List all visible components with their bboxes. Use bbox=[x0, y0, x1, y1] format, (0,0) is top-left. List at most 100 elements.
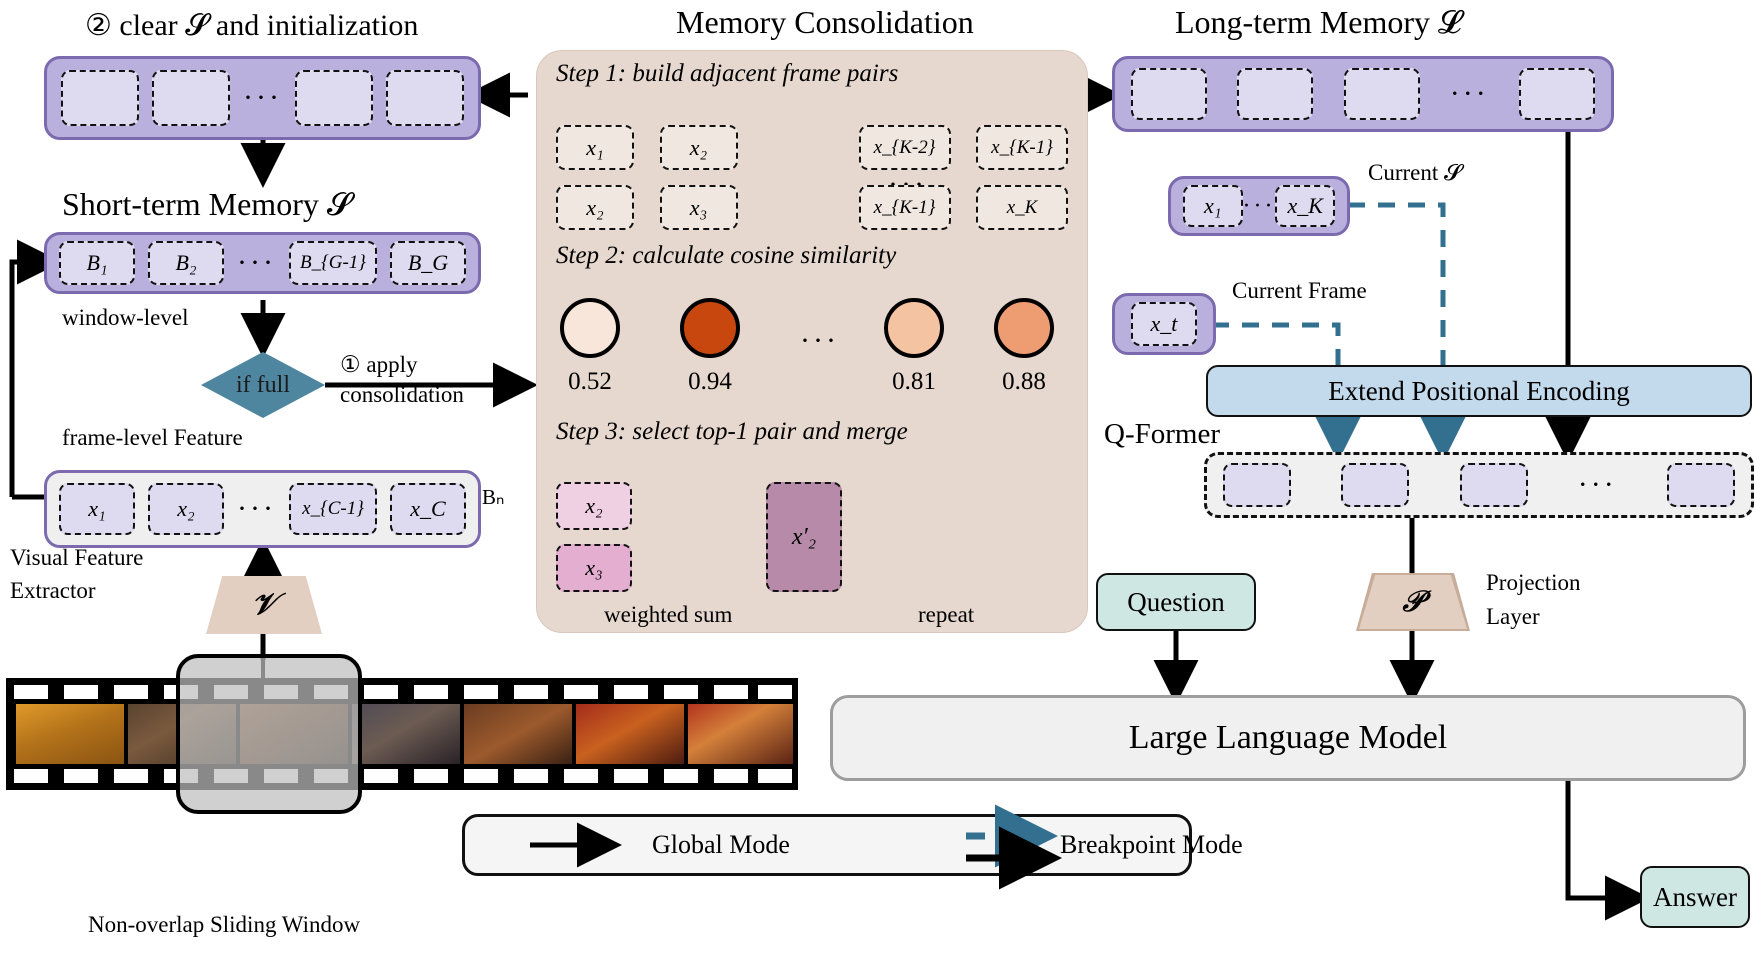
projection-label-line1: Projection bbox=[1486, 570, 1581, 595]
init-cell bbox=[152, 70, 230, 126]
step1-label: Step 1: build adjacent frame pairs bbox=[556, 60, 899, 87]
apply-label-line1: ① apply bbox=[340, 352, 418, 377]
sliding-window-label: Non-overlap Sliding Window bbox=[88, 912, 361, 937]
projection-trapezoid: 𝒫 bbox=[1359, 575, 1467, 629]
pair-cell: x_{K-2} bbox=[858, 125, 951, 170]
init-cell bbox=[385, 70, 464, 126]
long-term-memory-title: Long-term Memory 𝓛 bbox=[1175, 4, 1462, 40]
extractor-symbol: 𝒱 bbox=[251, 588, 277, 621]
current-s-cell: x_K bbox=[1275, 185, 1335, 227]
llm-label: Large Language Model bbox=[1128, 719, 1448, 756]
video-frame-thumb bbox=[352, 704, 460, 764]
short-term-memory-title: Short-term Memory 𝓢 bbox=[62, 186, 352, 222]
short-term-cell: B₂ bbox=[148, 241, 224, 285]
merge-input-a: x₂ bbox=[556, 482, 632, 530]
pair-cell: x_{K-1} bbox=[858, 185, 951, 230]
ellipsis: ··· bbox=[243, 81, 282, 114]
similarity-value-2: 0.81 bbox=[892, 368, 936, 395]
extend-pe-label: Extend Positional Encoding bbox=[1328, 375, 1630, 406]
video-frame-thumb bbox=[688, 704, 793, 764]
long-term-cell bbox=[1131, 68, 1207, 120]
sliding-window-highlight bbox=[176, 654, 362, 814]
projection-symbol: 𝒫 bbox=[1402, 585, 1424, 618]
window-level-label: window-level bbox=[62, 305, 189, 330]
current-s-label: Current 𝓢 bbox=[1368, 160, 1462, 185]
ellipsis: ··· bbox=[1449, 77, 1489, 110]
qformer-cell bbox=[1341, 463, 1410, 507]
frame-level-feature-label: frame-level Feature bbox=[62, 425, 243, 450]
qformer-label: Q-Former bbox=[1104, 418, 1220, 450]
step2-ellipsis: ··· bbox=[800, 324, 839, 357]
long-term-cell bbox=[1237, 68, 1314, 120]
ellipsis: ··· bbox=[1242, 192, 1276, 219]
pair-cell: x₁ bbox=[556, 125, 634, 170]
current-frame-cell: x_t bbox=[1131, 302, 1197, 346]
frame-level-bar: x₁ x₂ ··· x_{C-1} x_C bbox=[44, 470, 481, 548]
current-short-term-bar: x₁ ··· x_K bbox=[1168, 176, 1350, 236]
step2-label: Step 2: calculate cosine similarity bbox=[556, 242, 897, 269]
projection-label-line2: Layer bbox=[1486, 604, 1540, 629]
step3-label: Step 3: select top-1 pair and merge bbox=[556, 418, 908, 445]
repeat-label: repeat bbox=[918, 602, 975, 627]
ellipsis: ··· bbox=[237, 492, 276, 525]
merge-output: x′₂ bbox=[766, 482, 842, 592]
video-frame-thumb bbox=[16, 704, 124, 764]
short-term-cell: B_{G-1} bbox=[288, 241, 377, 285]
similarity-value-0: 0.52 bbox=[568, 368, 612, 395]
step1-row-bottom: x₂ x₃ x_{K-1} x_K bbox=[556, 185, 1068, 230]
extend-positional-encoding-box: Extend Positional Encoding bbox=[1206, 365, 1752, 417]
legend-global-mode-label: Global Mode bbox=[652, 830, 790, 859]
pair-cell: x₂ bbox=[556, 185, 634, 230]
answer-label: Answer bbox=[1653, 881, 1737, 912]
memory-consolidation-title: Memory Consolidation bbox=[676, 4, 974, 40]
apply-label-line2: consolidation bbox=[340, 382, 464, 407]
large-language-model-box: Large Language Model bbox=[830, 695, 1746, 781]
init-cell bbox=[294, 70, 373, 126]
current-frame-bar: x_t bbox=[1112, 293, 1216, 355]
question-box: Question bbox=[1096, 573, 1256, 631]
legend-breakpoint-mode-label: Breakpoint Mode bbox=[1060, 830, 1243, 859]
question-label: Question bbox=[1127, 586, 1225, 617]
short-term-cell: B_G bbox=[389, 241, 466, 285]
qformer-cell bbox=[1223, 463, 1291, 507]
frame-cell: x_C bbox=[389, 483, 466, 535]
answer-box: Answer bbox=[1640, 866, 1750, 928]
merge-input-b: x₃ bbox=[556, 544, 632, 592]
video-filmstrip bbox=[6, 678, 798, 790]
long-term-cell bbox=[1343, 68, 1420, 120]
current-s-cell: x₁ bbox=[1183, 185, 1243, 227]
long-term-memory-bar: ··· bbox=[1112, 56, 1614, 132]
similarity-circle-2 bbox=[884, 298, 944, 358]
qformer-cell bbox=[1666, 463, 1735, 507]
ellipsis: ··· bbox=[237, 246, 276, 279]
similarity-circle-1 bbox=[680, 298, 740, 358]
visual-extractor-trapezoid: 𝒱 bbox=[206, 576, 322, 634]
qformer-token-row: ··· bbox=[1204, 452, 1754, 518]
initialized-memory-bar: ··· bbox=[44, 56, 481, 140]
init-cell bbox=[61, 70, 139, 126]
qformer-cell bbox=[1459, 463, 1528, 507]
clear-initialization-label: ② clear 𝓢 and initialization bbox=[85, 9, 419, 42]
similarity-circle-3 bbox=[994, 298, 1054, 358]
step1-row-top: x₁ x₂ x_{K-2} x_{K-1} bbox=[556, 125, 1068, 170]
similarity-value-1: 0.94 bbox=[688, 368, 732, 395]
short-term-memory-bar: B₁ B₂ ··· B_{G-1} B_G bbox=[44, 232, 481, 294]
weighted-sum-label: weighted sum bbox=[604, 602, 733, 627]
if-full-decision: if full bbox=[201, 352, 325, 418]
frame-cell: x₂ bbox=[148, 483, 224, 535]
frame-cell: x₁ bbox=[59, 483, 135, 535]
if-full-label: if full bbox=[236, 371, 290, 398]
long-term-cell bbox=[1518, 68, 1595, 120]
pair-cell: x₂ bbox=[659, 125, 738, 170]
diagram-root: ② clear 𝓢 and initialization ··· Short-t… bbox=[0, 0, 1756, 970]
video-frame-thumb bbox=[576, 704, 684, 764]
pair-cell: x₃ bbox=[659, 185, 738, 230]
bn-label: Bₙ bbox=[482, 485, 505, 509]
video-frame-thumb bbox=[464, 704, 572, 764]
visual-feature-extractor-line1: Visual Feature bbox=[10, 545, 144, 570]
pair-cell: x_{K-1} bbox=[976, 125, 1068, 170]
pair-cell: x_K bbox=[976, 185, 1068, 230]
visual-feature-extractor-line2: Extractor bbox=[10, 578, 96, 603]
similarity-value-3: 0.88 bbox=[1002, 368, 1046, 395]
frame-cell: x_{C-1} bbox=[288, 483, 377, 535]
